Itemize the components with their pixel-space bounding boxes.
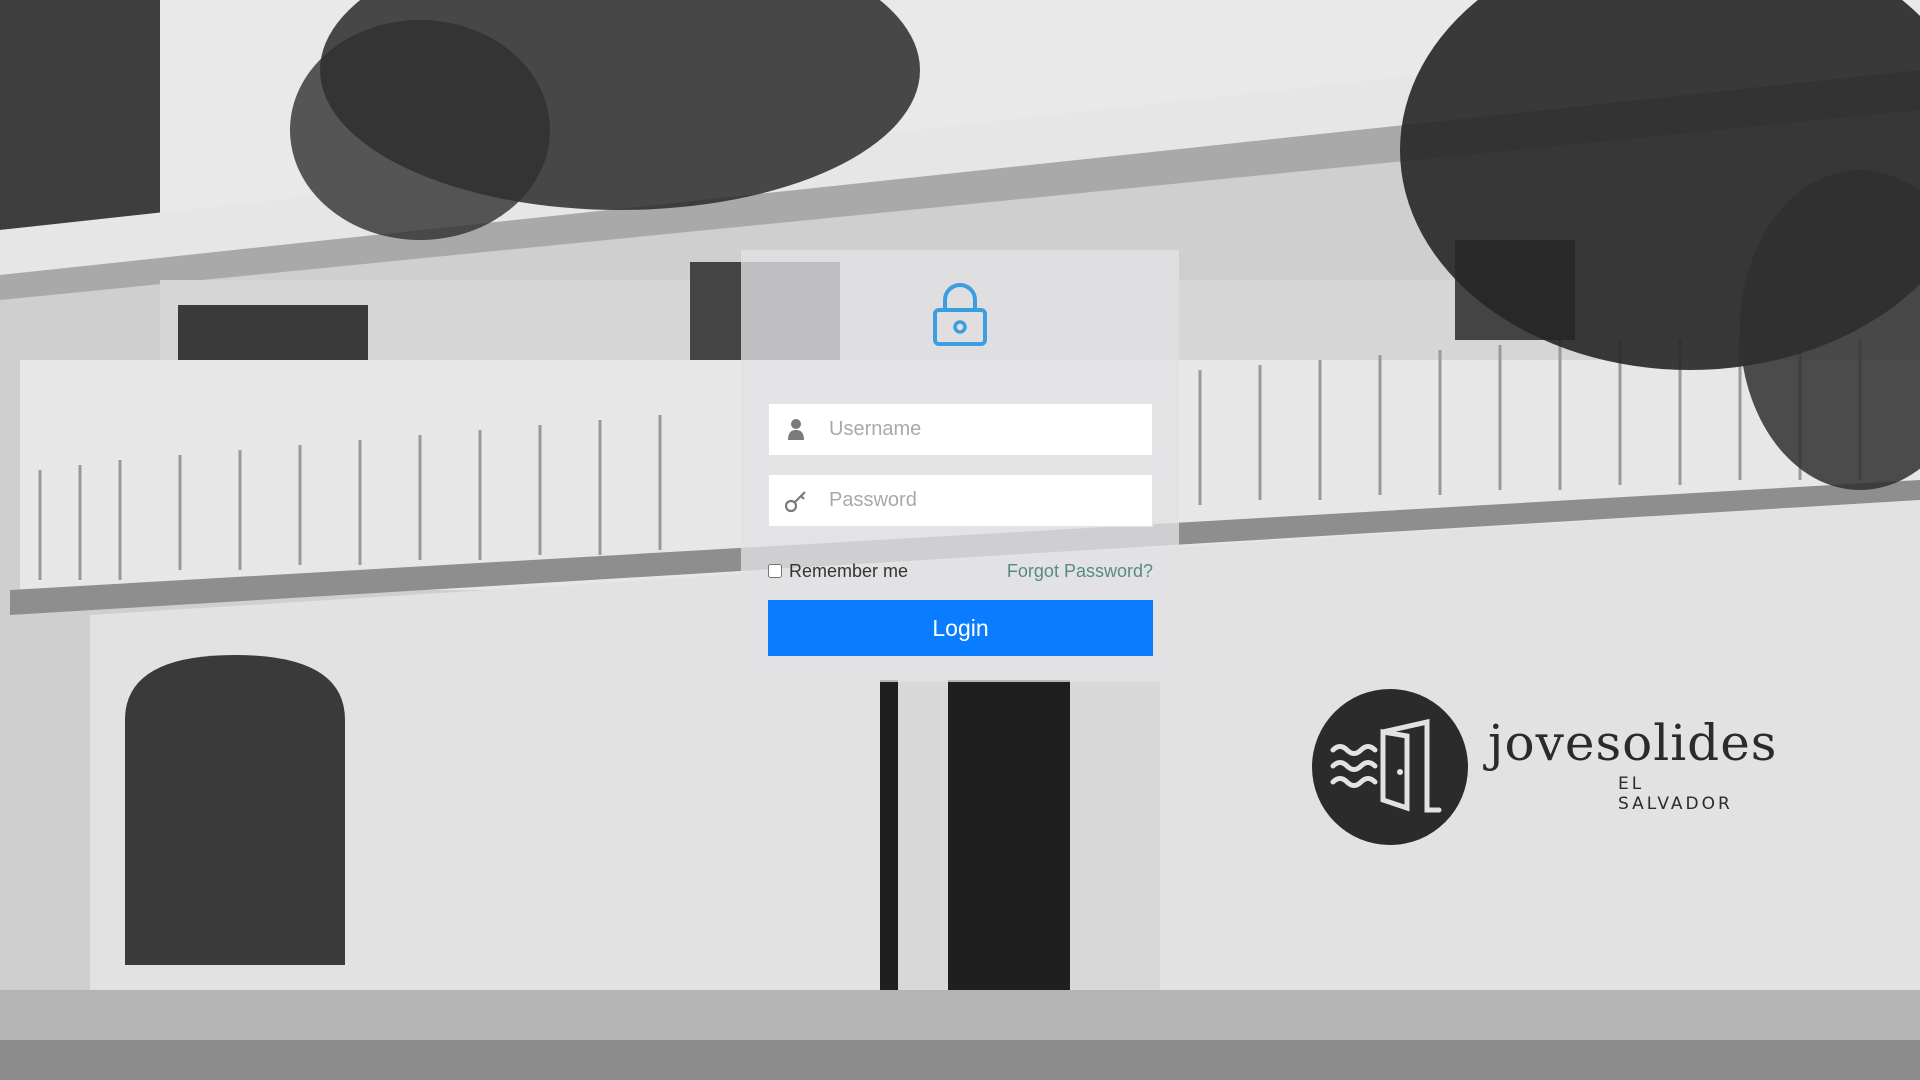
brand-name: jovesolides	[1488, 714, 1778, 772]
forgot-password-link[interactable]: Forgot Password?	[1007, 559, 1153, 583]
username-field	[768, 403, 1153, 456]
lock-icon	[933, 283, 987, 346]
password-field	[768, 474, 1153, 527]
remember-me-checkbox[interactable]	[768, 564, 782, 578]
login-page: Remember me Forgot Password? Login joves…	[0, 0, 1920, 1080]
remember-me-label: Remember me	[789, 560, 909, 581]
brand-logo: jovesolides EL SALVADOR	[1311, 688, 1776, 848]
remember-me: Remember me	[768, 559, 908, 583]
user-icon	[788, 419, 804, 440]
login-button[interactable]: Login	[768, 600, 1153, 656]
door-waves-logo-icon	[1312, 689, 1468, 845]
key-icon	[784, 491, 806, 513]
password-input[interactable]	[829, 475, 1144, 526]
brand-subtitle: EL SALVADOR	[1618, 774, 1733, 814]
username-input[interactable]	[829, 404, 1144, 455]
login-form: Remember me Forgot Password? Login	[741, 250, 1179, 682]
